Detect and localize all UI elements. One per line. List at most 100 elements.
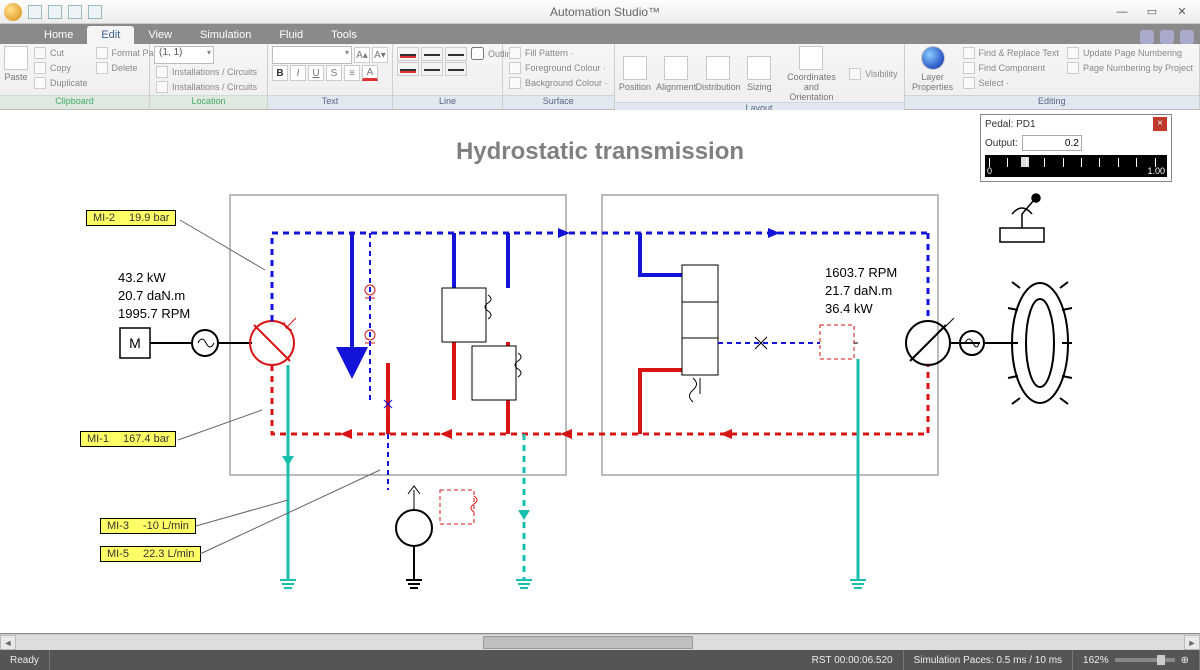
paint-icon [509, 62, 521, 74]
status-paces: Simulation Paces: 0.5 ms / 10 ms [904, 650, 1073, 670]
bold-button[interactable]: B [272, 65, 288, 81]
font-size-down[interactable]: A▾ [372, 47, 388, 63]
pedal-panel[interactable]: Pedal: PD1× Output: 0 1.00 [980, 114, 1172, 182]
qat-save-icon[interactable] [28, 5, 42, 19]
app-logo [4, 3, 22, 21]
zoom-fit-icon[interactable]: ⊕ [1181, 655, 1189, 666]
paste-button[interactable]: Paste [4, 46, 28, 82]
globe-icon [921, 46, 945, 70]
status-rst: RST 00:00:06.520 [802, 650, 904, 670]
bg-color[interactable]: Background Colour · [507, 76, 610, 90]
pages-icon [1067, 47, 1079, 59]
pedal-slider[interactable]: 0 1.00 [985, 155, 1167, 177]
pattern-icon [509, 47, 521, 59]
fg-color[interactable]: Foreground Colour · [507, 61, 610, 75]
group-editing-label: Editing [905, 95, 1199, 109]
grid-icon [156, 66, 168, 78]
italic-button[interactable]: I [290, 65, 306, 81]
sizing-icon [747, 56, 771, 80]
font-size-up[interactable]: A▴ [354, 47, 370, 63]
help-icon[interactable] [1140, 30, 1154, 44]
sizing-button[interactable]: Sizing [743, 56, 776, 92]
copy-button[interactable]: Copy [32, 61, 90, 75]
status-ready: Ready [0, 650, 50, 670]
tab-simulation[interactable]: Simulation [186, 26, 265, 44]
zoom-thumb[interactable] [1157, 655, 1165, 665]
line-dash[interactable] [421, 62, 443, 76]
x-icon [96, 62, 108, 74]
underline-button[interactable]: U [308, 65, 324, 81]
alignment-button[interactable]: Alignment [659, 56, 693, 92]
maximize-button[interactable]: ▭ [1138, 3, 1166, 21]
group-line-label: Line [393, 95, 502, 109]
align-left-button[interactable]: ≡ [344, 65, 360, 81]
select-menu[interactable]: Select · [961, 76, 1061, 90]
strike-button[interactable]: S [326, 65, 342, 81]
cut-button[interactable]: Cut [32, 46, 90, 60]
search-icon [963, 62, 975, 74]
tab-edit[interactable]: Edit [87, 26, 134, 44]
status-zoom[interactable]: 162% ⊕ [1073, 650, 1200, 670]
fill-pattern[interactable]: Fill Pattern · [507, 46, 610, 60]
qat-undo-icon[interactable] [48, 5, 62, 19]
coords-icon [799, 46, 823, 70]
distribution-button[interactable]: Distribution [701, 56, 735, 92]
search-icon [963, 47, 975, 59]
position-icon [623, 56, 647, 80]
title-bar: Automation Studio™ — ▭ ✕ [0, 0, 1200, 24]
line-style-3[interactable] [445, 47, 467, 61]
scroll-left-icon[interactable]: ◄ [0, 635, 16, 650]
paste-icon [4, 46, 28, 70]
zoom-slider[interactable] [1115, 658, 1175, 662]
update-page-num[interactable]: Update Page Numbering [1065, 46, 1195, 60]
group-clipboard-label: Clipboard [0, 95, 149, 109]
layer-props-button[interactable]: Layer Properties [909, 46, 957, 92]
line-arrow[interactable] [445, 62, 467, 76]
find-component[interactable]: Find Component [961, 61, 1061, 75]
installations-2[interactable]: Installations / Circuits [154, 80, 263, 94]
minimize-button[interactable]: — [1108, 3, 1136, 21]
status-bar: Ready RST 00:00:06.520 Simulation Paces:… [0, 650, 1200, 670]
scroll-right-icon[interactable]: ► [1184, 635, 1200, 650]
outline-checkbox[interactable] [471, 47, 484, 60]
duplicate-icon [34, 77, 46, 89]
font-color-button[interactable]: A [362, 65, 378, 81]
group-text-label: Text [268, 95, 392, 109]
installations-1[interactable]: Installations / Circuits [154, 65, 263, 79]
canvas[interactable]: Hydrostatic transmission Pedal: PD1× Out… [0, 110, 1200, 634]
pedal-output-label: Output: [985, 138, 1018, 149]
tab-view[interactable]: View [134, 26, 186, 44]
pedal-close-icon[interactable]: × [1153, 117, 1167, 131]
ribbon: Paste Cut Copy Duplicate Format Painter … [0, 44, 1200, 110]
qat-more-icon[interactable] [88, 5, 102, 19]
line-weight[interactable] [397, 62, 419, 76]
tab-fluid[interactable]: Fluid [265, 26, 317, 44]
coords-button[interactable]: Coordinates and Orientation [784, 46, 840, 102]
quick-access-toolbar [28, 5, 102, 19]
font-combo[interactable] [272, 46, 352, 64]
visibility-button[interactable]: Visibility [847, 67, 899, 81]
collapse-ribbon-icon[interactable] [1180, 30, 1194, 44]
tab-home[interactable]: Home [30, 26, 87, 44]
page-num-project[interactable]: Page Numbering by Project [1065, 61, 1195, 75]
options-icon[interactable] [1160, 30, 1174, 44]
cursor-icon [963, 77, 975, 89]
line-style-1[interactable] [397, 47, 419, 61]
coord-combo[interactable]: (1, 1) [154, 46, 214, 64]
scroll-track[interactable] [16, 635, 1184, 650]
qat-redo-icon[interactable] [68, 5, 82, 19]
bucket-icon [509, 77, 521, 89]
find-replace[interactable]: Find & Replace Text [961, 46, 1061, 60]
ribbon-tabs: Home Edit View Simulation Fluid Tools [0, 24, 1200, 44]
close-button[interactable]: ✕ [1168, 3, 1196, 21]
duplicate-button[interactable]: Duplicate [32, 76, 90, 90]
eye-icon [849, 68, 861, 80]
tab-tools[interactable]: Tools [317, 26, 371, 44]
line-style-2[interactable] [421, 47, 443, 61]
position-button[interactable]: Position [619, 56, 652, 92]
horizontal-scrollbar[interactable]: ◄ ► [0, 634, 1200, 650]
grid-icon [156, 81, 168, 93]
scroll-thumb[interactable] [483, 636, 693, 649]
pedal-output-input[interactable] [1022, 135, 1082, 151]
svg-text:M: M [129, 335, 141, 351]
